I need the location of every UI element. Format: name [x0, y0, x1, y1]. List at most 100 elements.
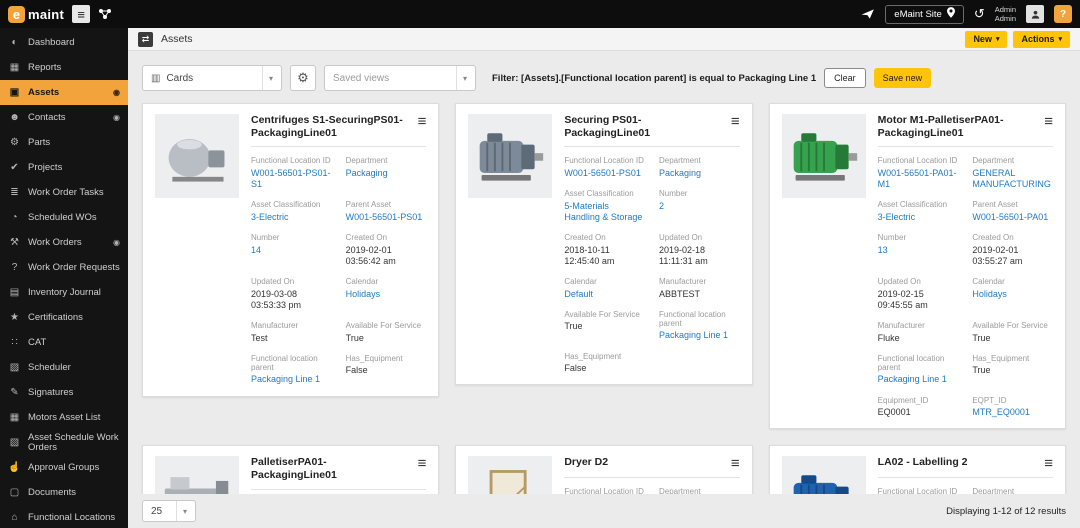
- sidebar-item-inventory-journal[interactable]: ▤Inventory Journal: [0, 280, 128, 305]
- field-value[interactable]: GENERAL MANUFACTURING: [972, 168, 1053, 191]
- help-button[interactable]: ?: [1054, 5, 1072, 23]
- field-value: 2019-02-18 11:11:31 am: [659, 245, 740, 268]
- sidebar-item-approval-groups[interactable]: ☝ Approval Groups: [0, 455, 128, 480]
- card-menu-icon[interactable]: ≡: [731, 114, 740, 129]
- site-selector[interactable]: eMaint Site: [885, 5, 964, 24]
- field-label: Updated On: [251, 277, 332, 286]
- actions-button[interactable]: Actions ▾: [1013, 31, 1070, 48]
- field-value[interactable]: 3-Electric: [251, 212, 332, 223]
- asset-card-title[interactable]: Dryer D2: [564, 456, 731, 469]
- sidebar-item-dashboard[interactable]: ◐Dashboard: [0, 30, 128, 55]
- sidebar-item-certifications[interactable]: ★Certifications: [0, 305, 128, 330]
- field-value[interactable]: W001-56501-PS01: [564, 168, 645, 179]
- sidebar-item-signatures[interactable]: ✎Signatures: [0, 380, 128, 405]
- sidebar-item-documents[interactable]: ▢Documents: [0, 480, 128, 505]
- sidebar-item-cat[interactable]: ∷CAT: [0, 330, 128, 355]
- emaint-logo[interactable]: e maint: [8, 6, 64, 23]
- field-value[interactable]: W001-56501-PS01-S1: [251, 168, 332, 191]
- sidebar-item-contacts[interactable]: ☻Contacts◉: [0, 105, 128, 130]
- asset-card-title[interactable]: Centrifuges S1-SecuringPS01-PackagingLin…: [251, 114, 418, 140]
- field-label: Department: [346, 156, 427, 165]
- asset-schedule-work-orders-icon: ▧: [8, 437, 21, 448]
- field-value[interactable]: Packaging Line 1: [878, 374, 959, 385]
- field-value[interactable]: Packaging: [659, 168, 740, 179]
- field-label: Created On: [346, 233, 427, 242]
- sidebar-item-scheduled-wos[interactable]: ◔Scheduled WOs: [0, 205, 128, 230]
- field-value[interactable]: Packaging Line 1: [251, 374, 332, 385]
- field-value[interactable]: Holidays: [346, 289, 427, 300]
- card-menu-icon[interactable]: ≡: [1044, 456, 1053, 471]
- field-value[interactable]: Packaging Line 1: [659, 330, 740, 341]
- field-value[interactable]: W001-56501-PA01: [972, 212, 1053, 223]
- asset-fields: Functional Location IDW001-56501-PA01-M1…: [878, 156, 1053, 418]
- module-header: ⇄ Assets New ▾ Actions ▾: [128, 28, 1080, 51]
- history-icon[interactable]: ↺: [974, 6, 985, 22]
- asset-photo: [782, 114, 866, 198]
- field-value[interactable]: MTR_EQ0001: [972, 407, 1053, 418]
- field-label: Created On: [972, 233, 1053, 242]
- field-value[interactable]: W001-56501-PA01-M1: [878, 168, 959, 191]
- sidebar-item-asset-schedule-work-orders[interactable]: ▧Asset Schedule Work Orders: [0, 430, 128, 455]
- field-label: Manufacturer: [659, 277, 740, 286]
- hamburger-menu-icon[interactable]: ≡: [72, 5, 90, 23]
- sidebar-item-parts[interactable]: ⚙Parts: [0, 130, 128, 155]
- card-menu-icon[interactable]: ≡: [1044, 114, 1053, 129]
- sidebar-item-functional-locations[interactable]: ⌂ Functional Locations: [0, 505, 128, 528]
- field-value[interactable]: 14: [251, 245, 332, 256]
- field-value[interactable]: 2: [659, 201, 740, 212]
- sidebar-item-projects[interactable]: ✔Projects: [0, 155, 128, 180]
- sidebar-item-reports[interactable]: ▦Reports: [0, 55, 128, 80]
- asset-card-title[interactable]: Motor M1-PalletiserPA01-PackagingLine01: [878, 114, 1045, 140]
- announcements-icon[interactable]: [861, 8, 875, 20]
- field-value[interactable]: Default: [564, 289, 645, 300]
- asset-card-title[interactable]: LA02 - Labelling 2: [878, 456, 1045, 469]
- work-order-tasks-icon: ≣: [8, 187, 21, 198]
- view-settings-gear-button[interactable]: ⚙: [290, 65, 316, 91]
- card-menu-icon[interactable]: ≡: [418, 114, 427, 129]
- sidebar-item-work-order-tasks[interactable]: ≣Work Order Tasks: [0, 180, 128, 205]
- sidebar-item-label: Projects: [28, 163, 62, 173]
- field-value[interactable]: W001-56501-PS01: [346, 212, 427, 223]
- sidebar-item-label: Approval Groups: [28, 463, 99, 473]
- approval-groups-icon: ☝: [8, 462, 21, 473]
- field-value[interactable]: Packaging: [346, 168, 427, 179]
- results-count: Displaying 1-12 of 12 results: [946, 506, 1066, 517]
- functional-locations-icon: ⌂: [8, 512, 21, 523]
- field-value[interactable]: 13: [878, 245, 959, 256]
- field-value[interactable]: Holidays: [972, 289, 1053, 300]
- field-value[interactable]: 5-Materials Handling & Storage: [564, 201, 645, 224]
- new-button-label: New: [973, 34, 992, 44]
- module-switch-icon[interactable]: ⇄: [138, 32, 153, 47]
- asset-fields: Functional Location IDW001-56501-LA02Dep…: [878, 487, 1053, 494]
- field-value: 2019-02-01 03:56:42 am: [346, 245, 427, 268]
- sitemap-icon[interactable]: [98, 8, 112, 20]
- view-mode-select[interactable]: ▥ Cards ▾: [142, 65, 282, 91]
- field-value: False: [564, 363, 645, 374]
- field-value: True: [564, 321, 645, 332]
- saved-views-select[interactable]: Saved views ▾: [324, 65, 476, 91]
- sidebar-item-scheduler[interactable]: ▨Scheduler: [0, 355, 128, 380]
- asset-card-title[interactable]: Securing PS01-PackagingLine01: [564, 114, 731, 140]
- new-button[interactable]: New ▾: [965, 31, 1007, 48]
- field-label: Functional location parent: [251, 354, 332, 372]
- save-new-view-button[interactable]: Save new: [874, 68, 932, 88]
- sidebar-item-assets[interactable]: ▣Assets◉: [0, 80, 128, 105]
- card-menu-icon[interactable]: ≡: [418, 456, 427, 471]
- card-menu-icon[interactable]: ≡: [731, 456, 740, 471]
- field-value[interactable]: 3-Electric: [878, 212, 959, 223]
- page-size-select[interactable]: 25 ▾: [142, 500, 196, 522]
- sidebar-item-motors-asset-list[interactable]: ▦Motors Asset List: [0, 405, 128, 430]
- sidebar-item-work-order-requests[interactable]: ?Work Order Requests: [0, 255, 128, 280]
- field-label: Equipment_ID: [878, 396, 959, 405]
- field: DepartmentGENERAL MANUFACTURING: [659, 487, 740, 494]
- actions-button-label: Actions: [1021, 34, 1054, 44]
- sidebar-item-label: Functional Locations: [28, 513, 115, 523]
- field: Updated On2019-03-08 03:53:33 pm: [251, 277, 332, 311]
- asset-card-title[interactable]: PalletiserPA01-PackagingLine01: [251, 456, 418, 482]
- sidebar-item-work-orders[interactable]: ⚒Work Orders◉: [0, 230, 128, 255]
- field: ManufacturerFluke: [878, 321, 959, 344]
- profile-button[interactable]: [1026, 5, 1044, 23]
- field-value: EQ0001: [878, 407, 959, 418]
- clear-filter-button[interactable]: Clear: [824, 68, 866, 88]
- field: DepartmentGENERAL MANUFACTURING: [972, 156, 1053, 190]
